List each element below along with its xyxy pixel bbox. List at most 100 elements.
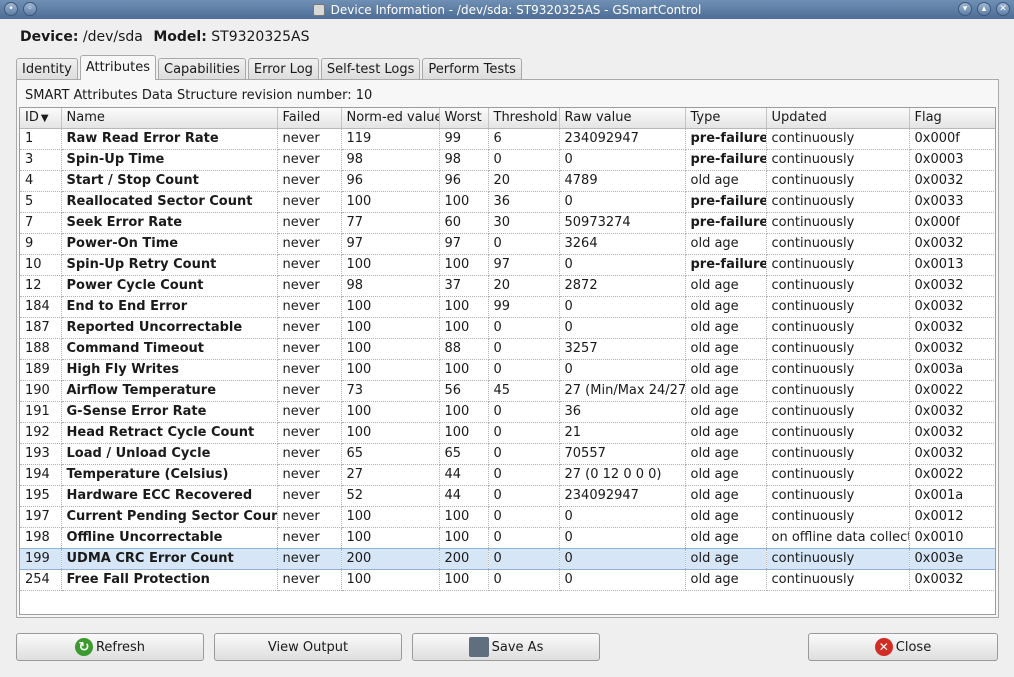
cell-id: 10 — [20, 254, 62, 276]
table-row[interactable]: 254 Free Fall Protection never 100 100 0 0 old … — [20, 569, 995, 591]
window-menu-icon[interactable]: • — [4, 2, 18, 16]
refresh-icon: ↻ — [74, 638, 93, 656]
tab-capabilities[interactable]: Capabilities — [158, 58, 246, 80]
tab-self-test-logs[interactable]: Self-test Logs — [320, 58, 421, 80]
table-row[interactable]: 184 End to End Error never 100 100 99 0 old age… — [20, 296, 995, 318]
window-titlebar[interactable]: • ◦ Device Information - /dev/sda: ST932… — [0, 0, 1014, 19]
column-header-raw-value[interactable]: Raw value — [559, 108, 686, 129]
tab-identity[interactable]: Identity — [16, 58, 78, 80]
view-output-button[interactable]: View Output — [214, 633, 402, 661]
cell-type: old age — [685, 422, 767, 444]
cell-name: G-Sense Error Rate — [61, 401, 278, 423]
column-header-id[interactable]: ID ▼ — [20, 108, 62, 129]
cell-normed-value: 65 — [341, 443, 440, 465]
table-row[interactable]: 12 Power Cycle Count never 98 37 20 2872 old ag… — [20, 275, 995, 297]
table-row[interactable]: 195 Hardware ECC Recovered never 52 44 0 23409… — [20, 485, 995, 507]
table-row[interactable]: 190 Airflow Temperature never 73 56 45 27 (Min… — [20, 380, 995, 402]
table-row[interactable]: 194 Temperature (Celsius) never 27 44 0 27 (0 … — [20, 464, 995, 486]
table-row[interactable]: 5 Reallocated Sector Count never 100 100 36 0 p… — [20, 191, 995, 213]
app-icon — [312, 3, 325, 16]
tab-perform-tests[interactable]: Perform Tests — [422, 58, 522, 80]
cell-name: Airflow Temperature — [61, 380, 278, 402]
minimize-icon[interactable]: ▾ — [958, 2, 972, 16]
table-row[interactable]: 4 Start / Stop Count never 96 96 20 4789 old ag… — [20, 170, 995, 192]
cell-worst: 100 — [439, 254, 489, 276]
cell-updated: continuously — [766, 547, 910, 570]
cell-name: Reallocated Sector Count — [61, 191, 278, 213]
table-row[interactable]: 189 High Fly Writes never 100 100 0 0 old age co… — [20, 359, 995, 381]
refresh-button[interactable]: ↻ Refresh — [16, 633, 204, 661]
cell-name: Raw Read Error Rate — [61, 128, 278, 150]
cell-flag: 0x003e — [909, 547, 995, 570]
cell-id: 197 — [20, 506, 62, 528]
cell-worst: 100 — [439, 401, 489, 423]
tab-error-log[interactable]: Error Log — [247, 58, 319, 80]
cell-type: old age — [685, 170, 767, 192]
cell-updated: continuously — [766, 296, 910, 318]
attributes-panel: SMART Attributes Data Structure revision… — [16, 79, 999, 618]
cell-threshold: 20 — [488, 170, 560, 192]
table-row[interactable]: 7 Seek Error Rate never 77 60 30 50973274 pre-f… — [20, 212, 995, 234]
cell-name: Spin-Up Retry Count — [61, 254, 278, 276]
cell-worst: 98 — [439, 149, 489, 171]
table-row[interactable]: 199 UDMA CRC Error Count never 200 200 0 0 old … — [20, 547, 995, 570]
cell-type: old age — [685, 317, 767, 339]
cell-id: 189 — [20, 359, 62, 381]
cell-threshold: 0 — [488, 443, 560, 465]
cell-id: 193 — [20, 443, 62, 465]
cell-type: old age — [685, 401, 767, 423]
cell-threshold: 0 — [488, 422, 560, 444]
maximize-icon[interactable]: ▴ — [977, 2, 991, 16]
cell-flag: 0x0032 — [909, 422, 995, 444]
cell-updated: continuously — [766, 569, 910, 591]
save-as-button[interactable]: Save As — [412, 633, 600, 661]
table-row[interactable]: 9 Power-On Time never 97 97 0 3264 old age conti… — [20, 233, 995, 255]
cell-raw-value: 0 — [559, 569, 686, 591]
cell-updated: continuously — [766, 485, 910, 507]
close-window-icon[interactable]: ✕ — [996, 2, 1010, 16]
cell-normed-value: 97 — [341, 233, 440, 255]
column-header-threshold[interactable]: Threshold — [488, 108, 560, 129]
column-header-flag[interactable]: Flag — [909, 108, 995, 129]
close-button[interactable]: ✕ Close — [808, 633, 998, 661]
cell-raw-value: 0 — [559, 527, 686, 549]
close-label: Close — [895, 639, 932, 655]
cell-raw-value: 27 (Min/Max 24/27) — [559, 380, 686, 402]
table-row[interactable]: 10 Spin-Up Retry Count never 100 100 97 0 pre-f… — [20, 254, 995, 276]
cell-id: 198 — [20, 527, 62, 549]
cell-updated: continuously — [766, 170, 910, 192]
column-header-type[interactable]: Type — [685, 108, 767, 129]
cell-failed: never — [277, 275, 342, 297]
attributes-table-frame[interactable]: ID ▼ Name Failed Norm-ed value Worst Thre… — [19, 107, 996, 615]
cell-worst: 44 — [439, 464, 489, 486]
table-row[interactable]: 1 Raw Read Error Rate never 119 99 6 234092947… — [20, 128, 995, 150]
column-header-name[interactable]: Name — [61, 108, 278, 129]
table-row[interactable]: 192 Head Retract Cycle Count never 100 100 0 2… — [20, 422, 995, 444]
table-row[interactable]: 191 G-Sense Error Rate never 100 100 0 36 old a… — [20, 401, 995, 423]
cell-threshold: 0 — [488, 464, 560, 486]
column-header-updated[interactable]: Updated — [766, 108, 910, 129]
cell-failed: never — [277, 547, 342, 570]
cell-flag: 0x003a — [909, 359, 995, 381]
column-header-worst[interactable]: Worst — [439, 108, 489, 129]
table-row[interactable]: 187 Reported Uncorrectable never 100 100 0 0 ol… — [20, 317, 995, 339]
close-icon: ✕ — [874, 638, 893, 656]
table-row[interactable]: 198 Offline Uncorrectable never 100 100 0 0 old… — [20, 527, 995, 549]
table-row[interactable]: 193 Load / Unload Cycle never 65 65 0 70557 old… — [20, 443, 995, 465]
cell-id: 194 — [20, 464, 62, 486]
tab-attributes[interactable]: Attributes — [79, 55, 157, 80]
cell-type: old age — [685, 464, 767, 486]
table-row[interactable]: 188 Command Timeout never 100 88 0 3257 old age… — [20, 338, 995, 360]
window-pin-icon[interactable]: ◦ — [23, 2, 37, 16]
cell-failed: never — [277, 317, 342, 339]
cell-type: pre-failure — [685, 149, 767, 171]
cell-updated: continuously — [766, 275, 910, 297]
cell-raw-value: 3257 — [559, 338, 686, 360]
cell-failed: never — [277, 233, 342, 255]
column-header-failed[interactable]: Failed — [277, 108, 342, 129]
cell-raw-value: 4789 — [559, 170, 686, 192]
table-row[interactable]: 3 Spin-Up Time never 98 98 0 0 pre-failure conti… — [20, 149, 995, 171]
column-header-normed-value[interactable]: Norm-ed value — [341, 108, 440, 129]
cell-failed: never — [277, 338, 342, 360]
table-row[interactable]: 197 Current Pending Sector Count never 100 1… — [20, 506, 995, 528]
